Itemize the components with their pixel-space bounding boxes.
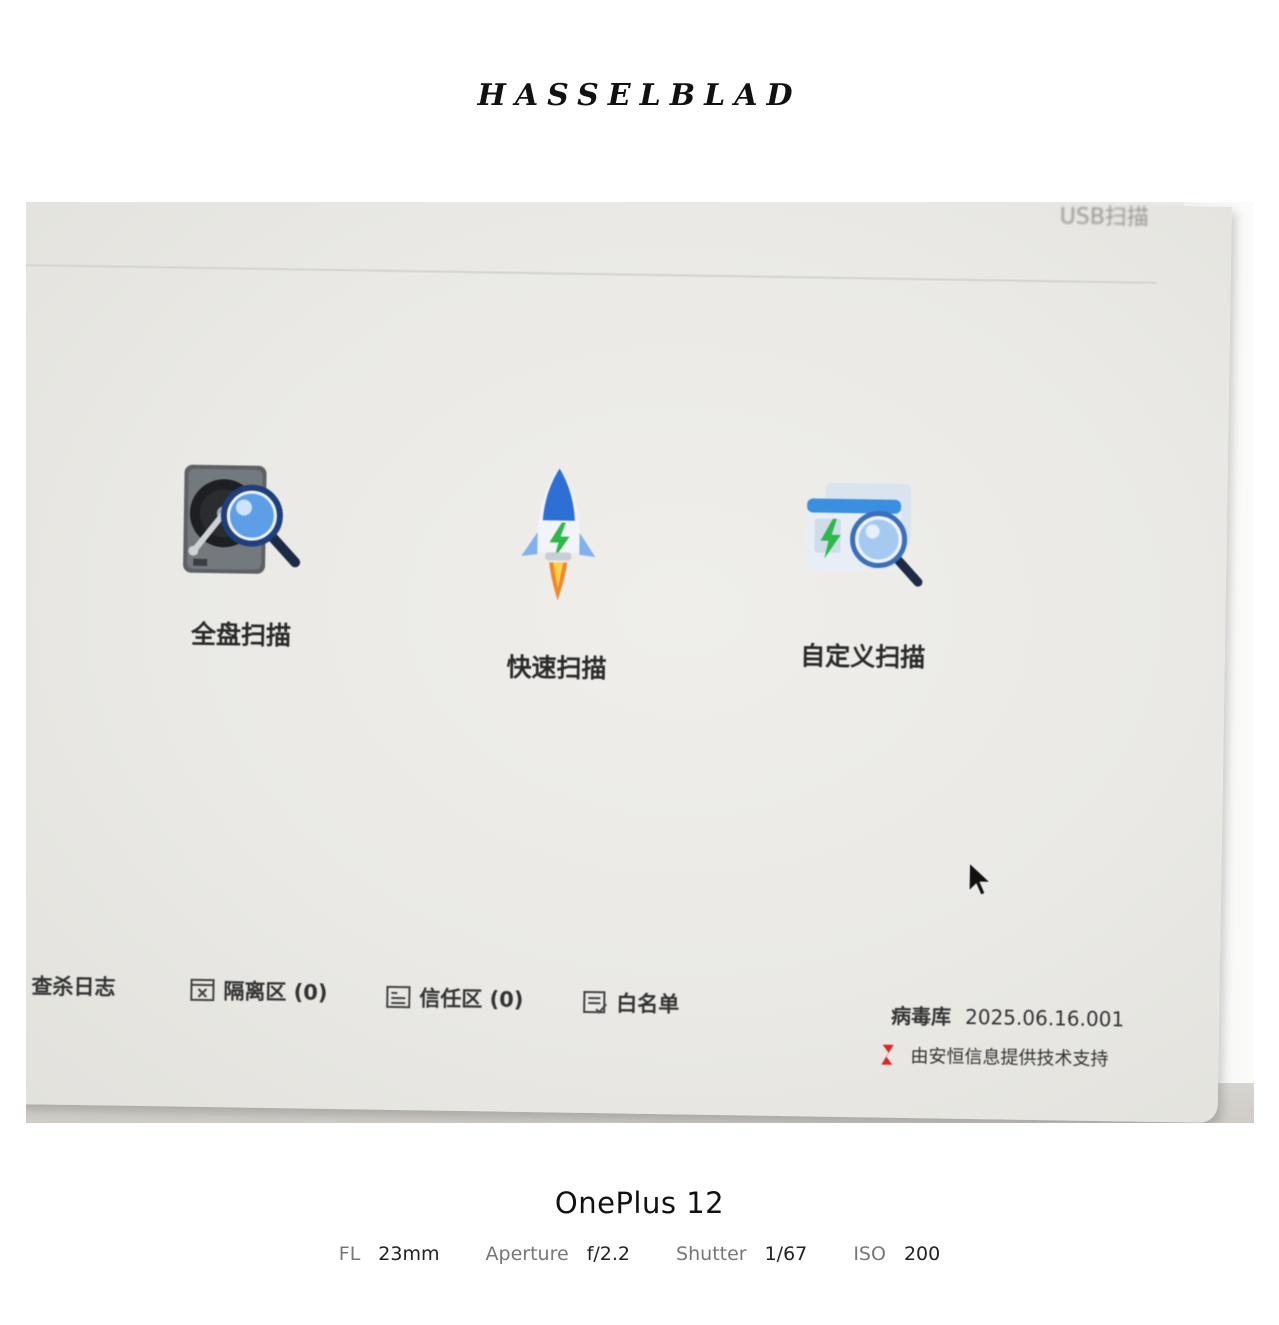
exif-focal-length: FL 23mm: [338, 1243, 440, 1265]
virus-db-version: 2025.06.16.001: [964, 1004, 1125, 1032]
trust-zone-link[interactable]: 信任区 (0): [385, 982, 524, 1014]
photo: USB扫描 全盘扫描 快速扫描 自定义扫描 查杀日志 隔离区 (0) 信任区 (…: [26, 202, 1254, 1123]
exif-info: FL 23mm Aperture f/2.2 Shutter 1/67 ISO 200: [0, 1243, 1279, 1265]
trust-zone-label: 信任区 (0): [419, 986, 524, 1013]
full-scan-button[interactable]: 全盘扫描: [131, 460, 354, 653]
quarantine-link[interactable]: 隔离区 (0): [189, 975, 328, 1007]
quarantine-label: 隔离区 (0): [223, 979, 328, 1005]
quick-scan-button[interactable]: 快速扫描: [446, 465, 669, 686]
device-name: OnePlus 12: [554, 1186, 725, 1220]
custom-scan-button[interactable]: 自定义扫描: [752, 478, 975, 675]
quick-scan-label: 快速扫描: [506, 652, 607, 684]
scan-log-link[interactable]: 查杀日志: [26, 970, 116, 1002]
vendor-logo-icon: [881, 1044, 894, 1065]
virus-db-label: 病毒库: [890, 1003, 952, 1029]
quarantine-icon: [190, 978, 215, 1002]
mouse-cursor-icon: [968, 861, 992, 896]
custom-scan-icon: [806, 482, 923, 587]
usb-scan-tab[interactable]: USB扫描: [1059, 202, 1149, 232]
exif-iso: ISO 200: [853, 1243, 941, 1265]
header-divider: [26, 263, 1157, 284]
exif-aperture: Aperture f/2.2: [485, 1243, 630, 1265]
tech-support-text: 由安恒信息提供技术支持: [910, 1046, 1109, 1071]
virus-db-info: 病毒库 2025.06.16.001: [891, 1000, 1124, 1033]
hard-disk-search-icon: [183, 464, 301, 574]
antivirus-window: USB扫描 全盘扫描 快速扫描 自定义扫描 查杀日志 隔离区 (0) 信任区 (…: [26, 202, 1232, 1123]
brand-logo: HASSELBLAD: [477, 78, 802, 113]
scan-log-label: 查杀日志: [31, 974, 116, 1000]
tech-support-credit: 由安恒信息提供技术支持: [878, 1042, 1109, 1072]
exif-shutter: Shutter 1/67: [676, 1243, 808, 1265]
whitelist-icon: [583, 990, 607, 1014]
trust-zone-icon: [386, 985, 411, 1009]
custom-scan-label: 自定义扫描: [800, 641, 926, 673]
full-scan-label: 全盘扫描: [190, 619, 292, 651]
rocket-icon: [521, 468, 596, 601]
whitelist-link[interactable]: 白名单: [582, 987, 679, 1019]
whitelist-label: 白名单: [616, 991, 680, 1017]
